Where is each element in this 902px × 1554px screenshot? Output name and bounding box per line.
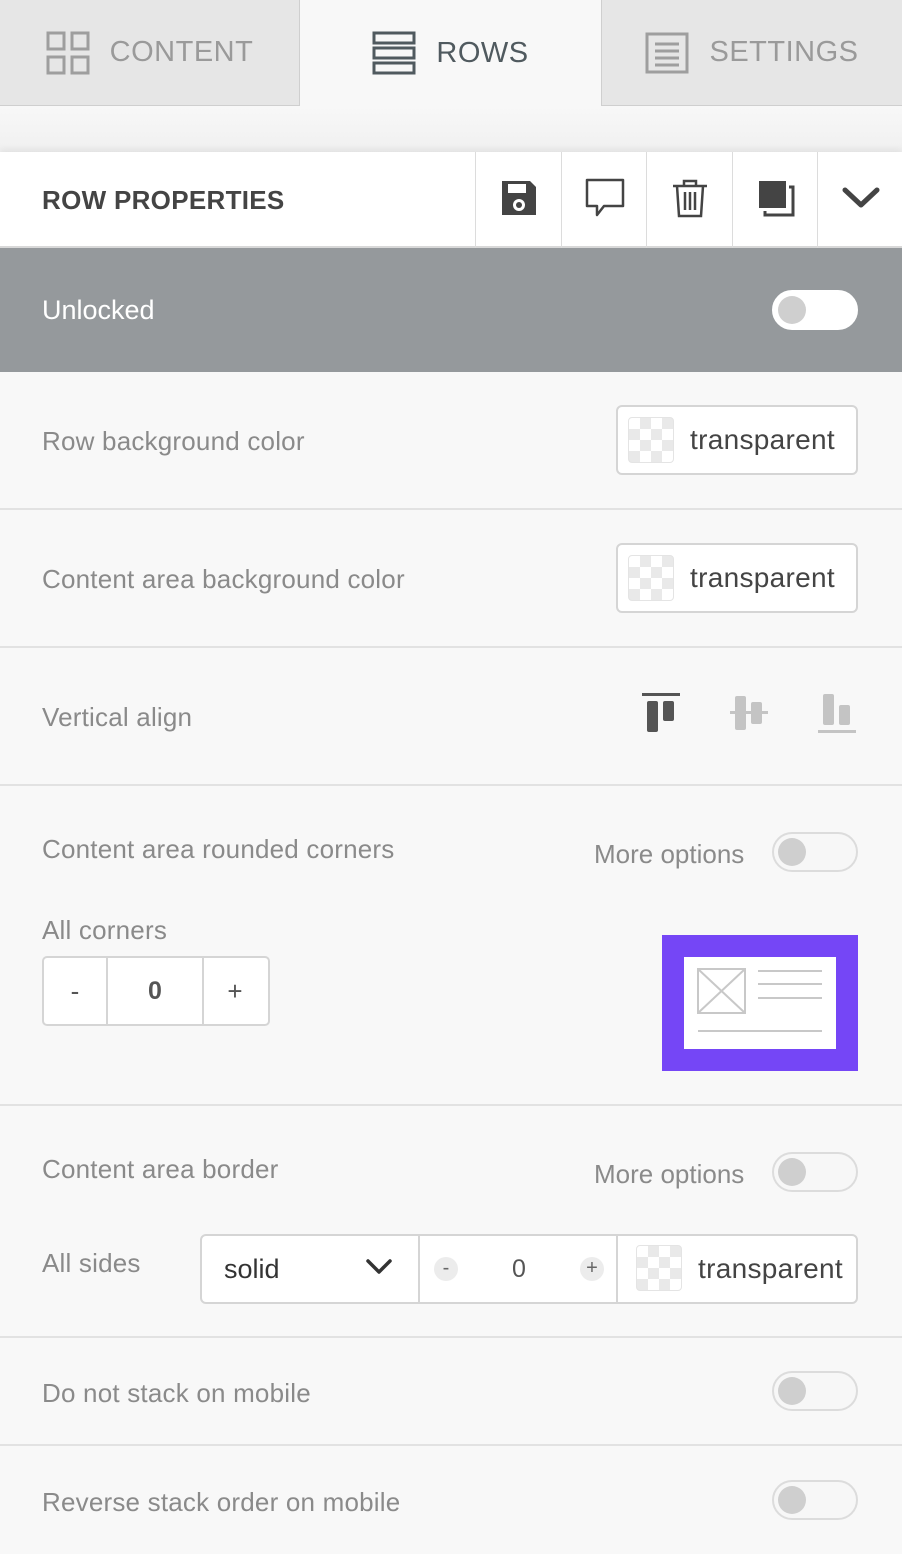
border-color-value: transparent [698,1253,843,1284]
row-properties-toolbar: ROW PROPERTIES [0,152,902,248]
border-more-options-toggle[interactable] [772,1152,858,1192]
border-width-increment[interactable]: + [580,1257,604,1281]
border-style-select[interactable]: solid [202,1236,420,1302]
toggle-knob [778,1158,806,1186]
row-background-value: transparent [690,424,835,455]
all-corners-label: All corners [42,915,168,945]
align-middle-button[interactable] [728,692,770,739]
tab-content[interactable]: CONTENT [0,0,300,106]
toggle-knob [778,1486,806,1514]
no-stack-label: Do not stack on mobile [42,1378,311,1408]
lock-toggle[interactable] [772,290,858,330]
no-stack-setting: Do not stack on mobile [0,1338,902,1446]
reverse-stack-label: Reverse stack order on mobile [42,1487,401,1517]
trash-icon [671,178,709,223]
border-color-picker[interactable]: transparent [618,1236,856,1302]
border-control-group: solid 0 - + transparent [200,1234,858,1304]
border-width-stepper: 0 - + [420,1236,618,1302]
align-top-icon [640,692,682,739]
panel-title: ROW PROPERTIES [42,185,285,215]
transparent-swatch [628,555,674,601]
tab-divider [0,106,902,152]
corner-radius-stepper: - 0 + [42,956,270,1026]
rounded-corners-more-options-label: More options [594,839,745,869]
comment-button[interactable] [561,152,647,248]
corner-radius-value[interactable]: 0 [106,958,204,1024]
content-background-label: Content area background color [42,564,405,594]
comment-icon [584,177,626,224]
border-more-options-label: More options [594,1159,745,1189]
align-top-button[interactable] [640,692,682,739]
lock-bar: Unlocked [0,248,902,372]
toggle-knob [778,838,806,866]
tab-rows-label: ROWS [436,36,529,69]
tab-rows[interactable]: ROWS [300,0,601,106]
delete-button[interactable] [646,152,732,248]
reverse-stack-setting: Reverse stack order on mobile [0,1446,902,1554]
align-middle-icon [728,692,770,739]
row-background-color-picker[interactable]: transparent [616,405,858,475]
align-bottom-icon [816,692,858,739]
chevron-down-icon [842,186,880,215]
content-background-setting: Content area background color transparen… [0,510,902,648]
toggle-knob [778,1377,806,1405]
save-icon [499,178,539,223]
corner-radius-increment[interactable]: + [204,958,266,1024]
corner-radius-decrement[interactable]: - [44,958,106,1024]
content-background-value: transparent [690,562,835,593]
settings-doc-icon [645,31,689,75]
preview-card [684,957,836,1049]
collapse-button[interactable] [817,152,902,248]
save-button[interactable] [475,152,561,248]
transparent-swatch [636,1245,682,1291]
row-background-label: Row background color [42,426,305,456]
vertical-align-label: Vertical align [42,702,193,732]
rounded-corners-more-options-toggle[interactable] [772,832,858,872]
align-bottom-button[interactable] [816,692,858,739]
reverse-stack-toggle[interactable] [772,1480,858,1520]
duplicate-button[interactable] [732,152,818,248]
border-style-value: solid [224,1254,280,1284]
image-placeholder-icon [697,968,822,1032]
duplicate-icon [756,178,796,223]
rounded-corners-label: Content area rounded corners [42,834,395,864]
rounded-corners-preview [662,935,858,1071]
content-background-color-picker[interactable]: transparent [616,543,858,613]
transparent-swatch [628,417,674,463]
tab-settings[interactable]: SETTINGS [601,0,902,106]
tab-bar: CONTENT ROWS SETTINGS [0,0,902,106]
all-sides-label: All sides [42,1248,141,1278]
tab-content-label: CONTENT [109,36,254,68]
toggle-knob [778,296,806,324]
lock-label: Unlocked [42,295,155,325]
border-label: Content area border [42,1154,279,1184]
grid-icon [46,31,90,75]
chevron-down-icon [366,1258,392,1281]
rows-icon [372,31,416,75]
tab-settings-label: SETTINGS [709,36,859,68]
row-background-setting: Row background color transparent [0,372,902,510]
border-width-decrement[interactable]: - [434,1257,458,1281]
no-stack-toggle[interactable] [772,1371,858,1411]
